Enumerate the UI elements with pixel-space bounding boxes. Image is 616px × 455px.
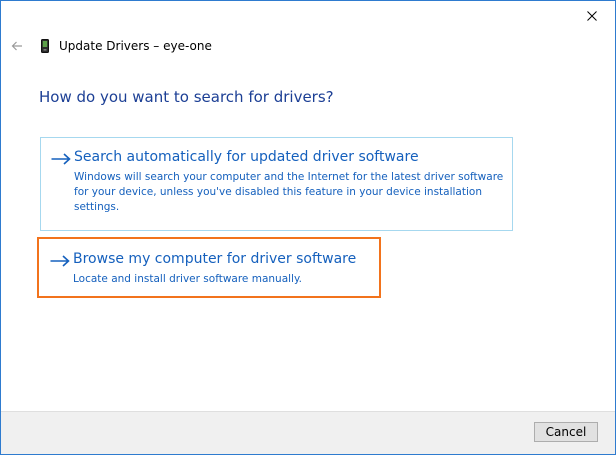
option-title: Search automatically for updated driver … bbox=[74, 149, 419, 165]
device-icon bbox=[39, 38, 50, 54]
close-icon bbox=[587, 11, 597, 21]
arrow-right-icon bbox=[50, 152, 72, 166]
update-drivers-dialog: Update Drivers – eye-one How do you want… bbox=[0, 0, 616, 455]
search-automatically-option[interactable]: Search automatically for updated driver … bbox=[40, 137, 513, 231]
close-button[interactable] bbox=[569, 1, 615, 31]
option-description: Windows will search your computer and th… bbox=[74, 171, 504, 213]
dialog-title-bar: Update Drivers – eye-one bbox=[39, 38, 212, 54]
cancel-button[interactable]: Cancel bbox=[534, 422, 598, 442]
back-arrow-icon bbox=[11, 41, 22, 51]
dialog-footer: Cancel bbox=[1, 411, 615, 454]
browse-computer-option[interactable]: Browse my computer for driver software L… bbox=[37, 237, 381, 298]
page-heading: How do you want to search for drivers? bbox=[39, 88, 334, 106]
back-button[interactable] bbox=[8, 37, 26, 55]
option-title: Browse my computer for driver software bbox=[73, 251, 357, 267]
dialog-title: Update Drivers – eye-one bbox=[59, 39, 212, 53]
arrow-right-icon bbox=[49, 254, 71, 268]
option-description: Locate and install driver software manua… bbox=[73, 273, 303, 285]
